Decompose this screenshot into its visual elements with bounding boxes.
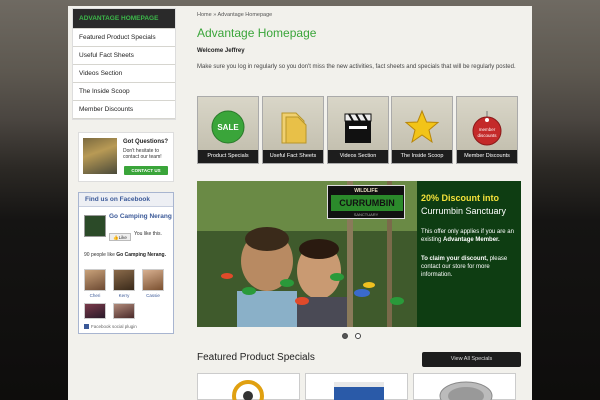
product-image bbox=[232, 380, 264, 400]
carousel-dot-1[interactable] bbox=[342, 333, 348, 339]
logo-sanctuary: SANCTUARY bbox=[353, 212, 379, 217]
tile-useful-fact-sheets[interactable]: Useful Fact Sheets bbox=[262, 96, 324, 164]
fan-avatar[interactable] bbox=[84, 303, 106, 319]
svg-text:discounts: discounts bbox=[477, 133, 497, 138]
banner-claim-text: To claim your discount, please contact o… bbox=[421, 255, 517, 279]
logo-sub-text: SANCTUARY bbox=[328, 212, 404, 217]
questions-text: Don't hesitate to contact our team! bbox=[123, 148, 162, 160]
tile-member-discounts[interactable]: member discounts Member Discounts bbox=[456, 96, 518, 164]
star-icon bbox=[404, 109, 440, 144]
fan-avatar[interactable] bbox=[113, 269, 135, 291]
facebook-header: Find us on Facebook bbox=[79, 193, 173, 207]
tag-icon: member discounts bbox=[472, 111, 502, 146]
tile-label: Videos Section bbox=[328, 150, 388, 163]
fan-name[interactable]: Cheri bbox=[82, 293, 108, 298]
like-label: Like bbox=[118, 235, 127, 240]
svg-text:SALE: SALE bbox=[217, 123, 239, 132]
tile-label: Useful Fact Sheets bbox=[263, 150, 323, 163]
sidebar: ADVANTAGE HOMEPAGE Featured Product Spec… bbox=[72, 8, 176, 120]
like-count-text: 90 people like bbox=[84, 252, 115, 258]
sidebar-item-videos-section[interactable]: Videos Section bbox=[73, 65, 175, 83]
tile-label: Product Specials bbox=[198, 150, 258, 163]
clapperboard-icon bbox=[344, 113, 372, 143]
welcome-text: Welcome Jeffrey bbox=[197, 48, 245, 54]
tile-inside-scoop[interactable]: The Inside Scoop bbox=[391, 96, 453, 164]
carousel-dot-2[interactable] bbox=[355, 333, 361, 339]
banner-offer-part2: Advantage Member. bbox=[443, 237, 500, 243]
banner-claim-part1: To claim your discount, bbox=[421, 256, 488, 262]
questions-box: Got Questions? Don't hesitate to contact… bbox=[78, 132, 174, 182]
tile-product-specials[interactable]: SALE Product Specials bbox=[197, 96, 259, 164]
product-card[interactable] bbox=[413, 373, 516, 400]
sidebar-nav: ADVANTAGE HOMEPAGE Featured Product Spec… bbox=[72, 8, 176, 120]
contact-us-button[interactable]: CONTACT US bbox=[124, 166, 168, 175]
you-like-text: You like this. bbox=[134, 231, 162, 237]
tile-videos-section[interactable]: Videos Section bbox=[327, 96, 389, 164]
logo-top-text: WILDLIFE bbox=[354, 188, 378, 194]
product-image bbox=[439, 381, 493, 400]
page-logo[interactable] bbox=[84, 215, 106, 237]
svg-text:member: member bbox=[479, 127, 496, 132]
logo-main-text: CURRUMBIN bbox=[331, 195, 403, 211]
fan-name[interactable]: Cassie bbox=[140, 293, 166, 298]
featured-specials-title: Featured Product Specials bbox=[197, 352, 315, 363]
staff-photo bbox=[83, 138, 117, 174]
sidebar-item-advantage-homepage[interactable]: ADVANTAGE HOMEPAGE bbox=[73, 9, 175, 29]
banner-heading: 20% Discount into bbox=[421, 193, 500, 203]
view-all-specials-button[interactable]: View All Specials bbox=[422, 352, 521, 367]
tile-label: Member Discounts bbox=[457, 150, 517, 163]
banner-offer-text: This offer only applies if you are an ex… bbox=[421, 228, 517, 244]
intro-text: Make sure you log in regularly so you do… bbox=[197, 64, 516, 70]
currumbin-logo: WILDLIFE CURRUMBIN SANCTUARY bbox=[327, 185, 405, 219]
facebook-icon bbox=[84, 324, 89, 329]
facebook-page-name[interactable]: Go Camping Nerang bbox=[109, 213, 173, 220]
facebook-widget: Find us on Facebook Go Camping Nerang 👍L… bbox=[78, 192, 174, 334]
facebook-plugin-text[interactable]: Facebook social plugin bbox=[91, 324, 137, 329]
fan-avatar[interactable] bbox=[113, 303, 135, 319]
product-card[interactable] bbox=[305, 373, 408, 400]
fan-avatar[interactable] bbox=[142, 269, 164, 291]
promo-banner[interactable]: WILDLIFE CURRUMBIN SANCTUARY 20% Discoun… bbox=[197, 181, 521, 327]
fan-avatar[interactable] bbox=[84, 269, 106, 291]
folder-icon bbox=[281, 112, 307, 144]
breadcrumb[interactable]: Home » Advantage Homepage bbox=[197, 12, 272, 18]
tile-label: The Inside Scoop bbox=[392, 150, 452, 163]
questions-title: Got Questions? bbox=[123, 139, 168, 145]
fan-name[interactable]: Kerry bbox=[111, 293, 137, 298]
sidebar-item-member-discounts[interactable]: Member Discounts bbox=[73, 101, 175, 119]
like-count-page: Go Camping Nerang. bbox=[116, 252, 166, 258]
banner-subheading: Currumbin Sanctuary bbox=[421, 206, 507, 216]
like-button[interactable]: 👍Like bbox=[109, 233, 131, 241]
like-count: 90 people like Go Camping Nerang. bbox=[84, 252, 172, 258]
sidebar-item-inside-scoop[interactable]: The Inside Scoop bbox=[73, 83, 175, 101]
sidebar-item-featured-product-specials[interactable]: Featured Product Specials bbox=[73, 29, 175, 47]
sale-badge-icon: SALE bbox=[211, 110, 245, 144]
product-card[interactable] bbox=[197, 373, 300, 400]
page-title: Advantage Homepage bbox=[197, 26, 317, 40]
product-image bbox=[334, 382, 384, 400]
sidebar-item-useful-fact-sheets[interactable]: Useful Fact Sheets bbox=[73, 47, 175, 65]
